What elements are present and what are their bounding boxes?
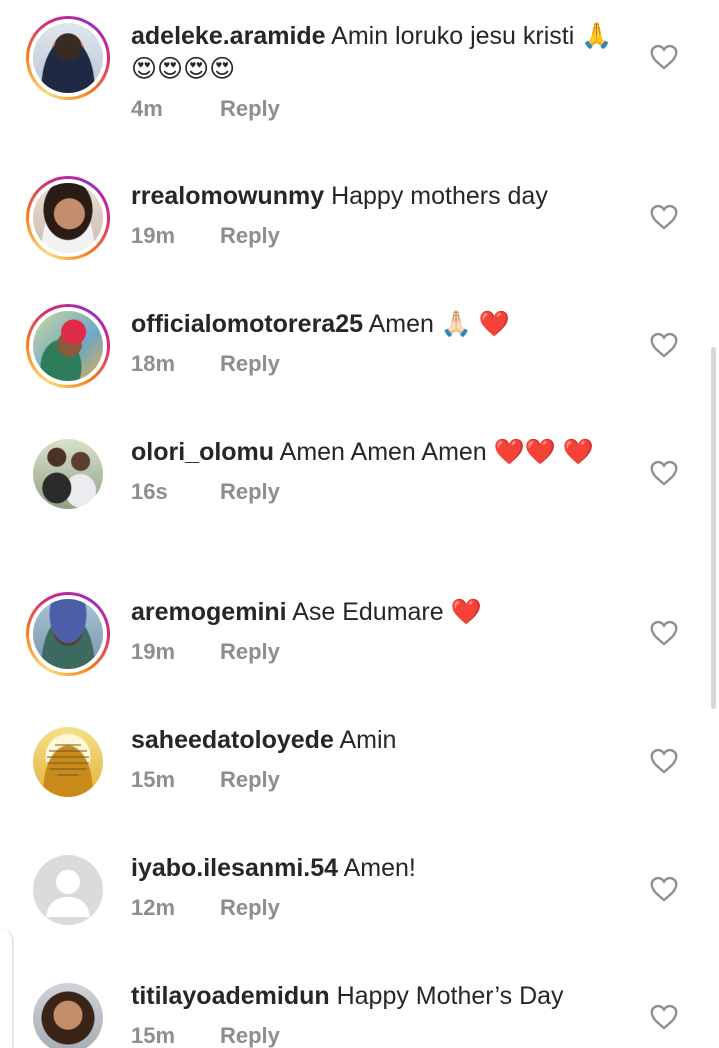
comment-time: 18m <box>131 351 176 376</box>
comment-text: Ase Edumare ❤️ <box>292 598 482 626</box>
comment-text: Amin <box>339 726 397 754</box>
comment-username[interactable]: officialomotorera25 <box>131 310 363 338</box>
heart-icon[interactable] <box>650 620 678 646</box>
edge-divider <box>0 928 14 1048</box>
avatar <box>33 727 103 797</box>
avatar <box>33 983 103 1048</box>
comments-screen: adeleke.aramide Amin loruko jesu kristi … <box>0 0 719 1048</box>
comment-time: 15m <box>131 767 176 792</box>
heart-icon[interactable] <box>650 204 678 230</box>
comment-username[interactable]: saheedatoloyede <box>131 726 334 754</box>
heart-icon[interactable] <box>650 460 678 486</box>
scrollbar[interactable] <box>711 347 716 709</box>
avatar <box>33 439 103 509</box>
comment-time: 15m <box>131 1023 176 1048</box>
comment-username[interactable]: olori_olomu <box>131 438 274 466</box>
reply-button[interactable]: Reply <box>220 223 280 249</box>
comment-time: 19m <box>131 223 176 248</box>
heart-icon[interactable] <box>650 876 678 902</box>
avatar-frame[interactable] <box>26 848 110 932</box>
comment-time: 4m <box>131 96 163 121</box>
reply-button[interactable]: Reply <box>220 479 280 505</box>
avatar-frame[interactable] <box>26 976 110 1048</box>
avatar-story-ring[interactable] <box>26 592 110 676</box>
comment-time: 16s <box>131 479 168 504</box>
avatar-frame[interactable] <box>26 720 110 804</box>
comment-text: Happy Mother’s Day <box>336 982 564 1010</box>
heart-icon[interactable] <box>650 332 678 358</box>
heart-icon[interactable] <box>650 748 678 774</box>
avatar-story-ring[interactable] <box>26 16 110 100</box>
heart-icon[interactable] <box>650 44 678 70</box>
reply-button[interactable]: Reply <box>220 767 280 793</box>
avatar <box>33 183 103 253</box>
comment-username[interactable]: rrealomowunmy <box>131 182 324 210</box>
comment-username[interactable]: adeleke.aramide <box>131 22 326 50</box>
comment-text: Happy mothers day <box>331 182 548 210</box>
reply-button[interactable]: Reply <box>220 895 280 921</box>
comment-time: 12m <box>131 895 176 920</box>
comment-text: Amen Amen Amen ❤️❤️ ❤️ <box>279 438 594 466</box>
comment-text: Amen! <box>343 854 416 882</box>
reply-button[interactable]: Reply <box>220 639 280 665</box>
comment-time: 19m <box>131 639 176 664</box>
comment-text: Amen 🙏🏻 ❤️ <box>368 310 511 338</box>
avatar-frame[interactable] <box>26 432 110 516</box>
quote-text-graphic <box>47 744 89 776</box>
avatar-story-ring[interactable] <box>26 304 110 388</box>
reply-button[interactable]: Reply <box>220 96 280 122</box>
avatar <box>33 599 103 669</box>
avatar <box>33 311 103 381</box>
avatar-story-ring[interactable] <box>26 176 110 260</box>
default-avatar-icon <box>33 855 103 925</box>
heart-icon[interactable] <box>650 1004 678 1030</box>
comment-username[interactable]: iyabo.ilesanmi.54 <box>131 854 338 882</box>
comment-username[interactable]: titilayoademidun <box>131 982 330 1010</box>
reply-button[interactable]: Reply <box>220 351 280 377</box>
avatar <box>33 23 103 93</box>
comment-username[interactable]: aremogemini <box>131 598 287 626</box>
reply-button[interactable]: Reply <box>220 1023 280 1048</box>
